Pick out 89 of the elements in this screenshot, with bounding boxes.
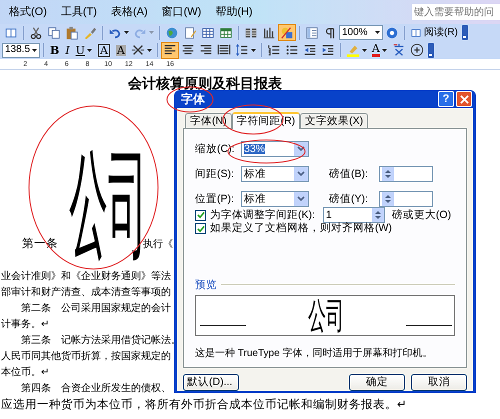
close-button[interactable] [456, 91, 472, 107]
checkbox[interactable] [195, 210, 206, 220]
font-note: 这是一种 TrueType 字体，同时适用于屏幕和打印机。 [195, 348, 432, 359]
paintbrush-icon [83, 26, 97, 40]
spin-arrows-icon [382, 192, 394, 206]
phonetic-guide-icon [392, 43, 406, 57]
zoom-dropdown[interactable]: 138.5 [2, 42, 40, 58]
field-label: 如果定义了文档网格，则对齐网格(W) [210, 223, 392, 234]
dropdown-field[interactable]: 标准 [241, 191, 309, 207]
zoom-dropdown[interactable]: 100% [339, 25, 383, 40]
distributed-align-icon [216, 43, 231, 57]
body-text-line: 业会计准则》和《企业财务通则》等法 [1, 270, 171, 284]
document-icon [183, 26, 197, 40]
close-icon [460, 94, 468, 104]
bulleted-list-icon [284, 43, 299, 57]
toolbar-options-icon[interactable] [462, 25, 468, 40]
enclosed-character-icon [410, 43, 424, 57]
dialog-button[interactable]: 默认(D)... [183, 374, 239, 391]
shapes-icon [280, 26, 294, 40]
spin-arrows-icon [372, 208, 384, 222]
scissors-icon [29, 26, 43, 40]
body-text-line: 计事务。↵ [1, 318, 49, 332]
table-icon [201, 26, 215, 40]
read-button[interactable]: 阅读(R) [408, 24, 460, 40]
book-icon [4, 26, 18, 40]
align-center-icon [180, 43, 195, 57]
decrease-indent-icon [302, 43, 317, 57]
toolbar-button[interactable] [160, 42, 179, 58]
globe-icon [165, 26, 179, 40]
body-text-line: 部审计和财产清查、成本清查等事项的 [1, 286, 171, 300]
columns-icon [244, 26, 258, 40]
increase-indent-icon [320, 43, 335, 57]
article-label: 第一条 [22, 238, 58, 250]
spreadsheet-icon [219, 26, 233, 40]
body-text-line: 第二条 公司采用国家规定的会计 [20, 302, 171, 316]
field-label: 磅值(B): [329, 168, 369, 180]
bar-chart-icon [262, 26, 276, 40]
clipboard-icon [65, 26, 79, 40]
menu-item[interactable]: 格式(O) [9, 4, 47, 20]
field-label: 磅或更大(O) [392, 210, 452, 220]
menu-item[interactable]: 工具(T) [60, 4, 97, 20]
dialog-tab[interactable]: 文字效果(X) [300, 113, 368, 128]
highlighter-icon [346, 43, 360, 57]
body-text-line: 第三条 记帐方法采用借贷记帐法。 [20, 334, 181, 348]
help-search-field[interactable]: 键入需要帮助的问 [412, 4, 500, 20]
scale-arrows-icon [130, 43, 145, 57]
baseline-rule [406, 325, 452, 327]
body-text-line: 第四条 合资企业所发生的债权、 [20, 382, 171, 396]
field-label: 间距(S): [195, 168, 233, 180]
book-icon [410, 26, 422, 38]
toolbar-options-icon[interactable] [428, 42, 434, 58]
dropdown-field[interactable]: 33% [241, 141, 309, 157]
spin-field[interactable] [379, 166, 433, 182]
body-text-line: 本位币。↵ [1, 366, 49, 380]
group-label: 预览 [195, 280, 217, 290]
field-label: 磅值(Y): [329, 194, 369, 204]
menu-item[interactable]: 帮助(H) [215, 4, 253, 20]
copy-icon [47, 26, 61, 40]
checkbox[interactable] [195, 223, 206, 234]
dialog-button[interactable]: 取消 [411, 374, 467, 391]
spin-field[interactable]: 1 [322, 207, 385, 223]
field-label: 位置(P): [195, 194, 233, 204]
menu-item[interactable]: 窗口(W) [162, 4, 202, 20]
character-shading-button[interactable]: A [112, 42, 129, 58]
paragraph-mark-icon [323, 26, 337, 40]
dialog-button[interactable]: 确定 [349, 374, 405, 391]
caret-icon [32, 48, 37, 52]
line-spacing-icon [234, 43, 249, 57]
underline-button[interactable]: U [72, 42, 95, 58]
dropdown-field[interactable]: 标准 [241, 166, 309, 182]
caret-icon [375, 31, 380, 34]
numbered-list-icon [266, 43, 281, 57]
italic-button[interactable]: I [62, 42, 73, 58]
align-right-icon [198, 43, 213, 57]
document-title: 会计核算原则及科目报表 [128, 75, 282, 91]
preview-text: 公司 [308, 298, 344, 334]
dialog-title: 字体 [181, 91, 205, 108]
field-label: 为字体调整字间距(K): [210, 210, 315, 220]
bold-button[interactable]: B [47, 42, 62, 58]
spin-field[interactable] [379, 191, 433, 207]
body-text-line: 人民币同其他货币折算，按国家规定的 [1, 350, 171, 364]
help-button[interactable]: ? [438, 91, 454, 107]
spin-arrows-icon [382, 167, 394, 181]
body-text-line: 应选用一种货币为本位币，将所有外币折合成本位币记帐和编制财务报表。↵ [1, 397, 407, 413]
align-left-icon [162, 43, 177, 57]
menu-item[interactable]: 表格(A) [110, 4, 148, 20]
baseline-rule [200, 325, 246, 327]
help-icon [385, 26, 399, 40]
document-map-icon [305, 26, 319, 40]
